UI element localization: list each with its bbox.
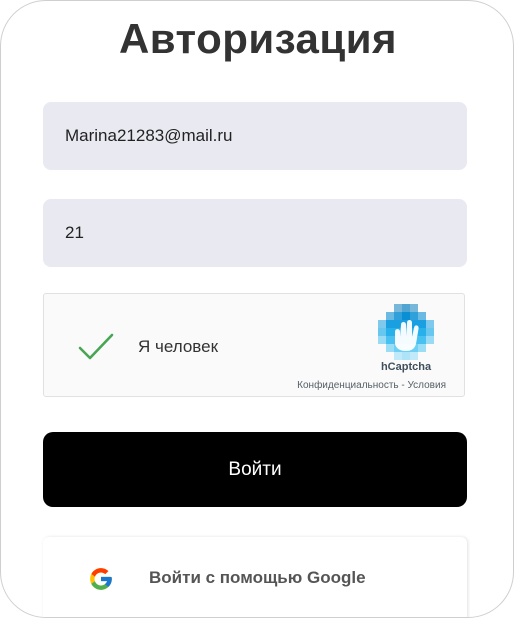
hcaptcha-brand: hCaptcha [380,361,432,373]
auth-card: Авторизация Я человек [0,0,514,618]
email-input[interactable] [43,102,467,170]
password-input[interactable] [43,199,467,267]
page-title: Авторизация [118,15,398,62]
hcaptcha-widget: Я человек hCaptcha Конфиденциальность - … [43,293,465,397]
google-icon [90,568,112,590]
captcha-label: Я человек [138,337,219,356]
checkmark-icon [78,333,114,360]
captcha-privacy-terms-links[interactable]: Конфиденциальность - Условия [297,380,446,391]
google-login-label: Войти с помощью Google [149,568,366,587]
login-button[interactable]: Войти [43,432,467,507]
hcaptcha-logo-icon [376,304,436,364]
captcha-checkbox[interactable] [76,330,116,364]
google-login-button[interactable]: Войти с помощью Google [43,537,467,617]
